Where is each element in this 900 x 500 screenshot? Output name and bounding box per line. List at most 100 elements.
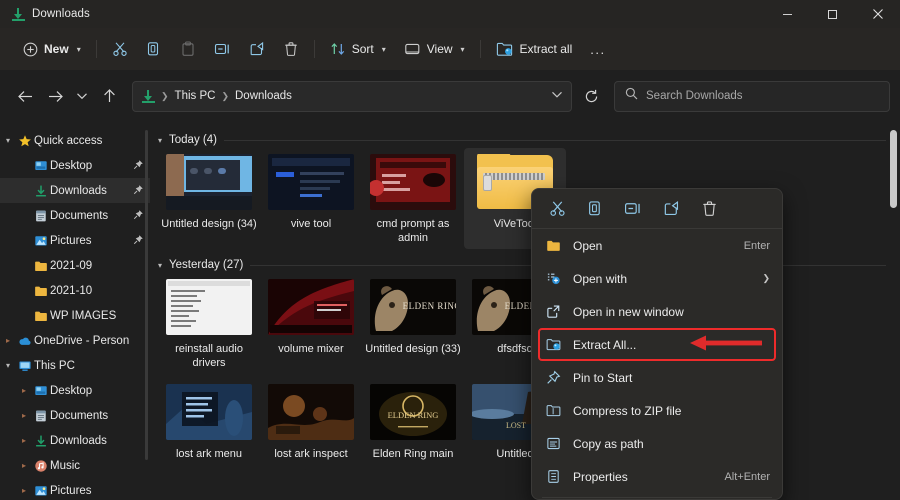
- breadcrumb-item-downloads[interactable]: Downloads: [235, 90, 292, 102]
- sidebar-item-pictures[interactable]: Pictures: [0, 228, 150, 253]
- chevron-right-icon[interactable]: ▸: [0, 336, 16, 345]
- context-copy-button[interactable]: [576, 194, 614, 224]
- file-tile[interactable]: cmd prompt as admin: [362, 148, 464, 249]
- back-button[interactable]: [10, 81, 40, 111]
- content-scrollbar[interactable]: [890, 130, 897, 208]
- context-delete-button[interactable]: [690, 194, 728, 224]
- chevron-right-icon[interactable]: ▸: [16, 411, 32, 420]
- maximize-button[interactable]: [810, 0, 855, 28]
- close-button[interactable]: [855, 0, 900, 28]
- breadcrumb-separator: ❯: [220, 91, 230, 102]
- explorer-tab[interactable]: Downloads: [0, 0, 90, 28]
- refresh-button[interactable]: [578, 83, 604, 109]
- chevron-right-icon[interactable]: ▸: [16, 461, 32, 470]
- sidebar-item-2021-10[interactable]: 2021-10: [0, 278, 150, 303]
- context-share-button[interactable]: [652, 194, 690, 224]
- file-tile[interactable]: lost ark menu: [158, 378, 260, 465]
- sidebar-item-documents[interactable]: Documents: [0, 203, 150, 228]
- file-grid-row: reinstall audio driversvolume mixerELDEN…: [150, 273, 900, 374]
- file-list-view[interactable]: ▾Today (4)Untitled design (34)vive toolc…: [150, 124, 900, 500]
- chevron-right-icon[interactable]: ▸: [16, 386, 32, 395]
- context-menu-item-label: Copy as path: [573, 437, 644, 451]
- file-thumbnail: [370, 154, 456, 210]
- context-menu-item-open[interactable]: OpenEnter: [532, 229, 782, 262]
- file-thumbnail: ELDEN RING: [370, 384, 456, 440]
- file-tile[interactable]: ELDEN RINGElden Ring main: [362, 378, 464, 465]
- sidebar-item-this-pc[interactable]: ▾This PC: [0, 353, 150, 378]
- forward-button[interactable]: [40, 81, 70, 111]
- sidebar-item-2021-09[interactable]: 2021-09: [0, 253, 150, 278]
- view-button[interactable]: View ▾: [395, 34, 474, 64]
- sidebar-item-music[interactable]: ▸ Music: [0, 453, 150, 478]
- new-button[interactable]: New ▾: [14, 34, 90, 64]
- svg-text:LOST: LOST: [506, 421, 526, 430]
- context-menu-item-open-with[interactable]: Open with❯: [532, 262, 782, 295]
- sidebar-scrollbar[interactable]: [145, 130, 148, 460]
- rename-button[interactable]: [205, 34, 240, 64]
- chevron-down-icon[interactable]: [551, 90, 563, 102]
- see-more-button[interactable]: ...: [581, 34, 614, 64]
- delete-button[interactable]: [274, 34, 308, 64]
- group-header[interactable]: ▾Today (4): [150, 124, 900, 148]
- pin-icon[interactable]: [133, 234, 144, 248]
- up-button[interactable]: [94, 81, 124, 111]
- file-tile[interactable]: reinstall audio drivers: [158, 273, 260, 374]
- pin-icon[interactable]: [133, 159, 144, 173]
- extract-all-button[interactable]: Extract all: [487, 34, 582, 64]
- paste-icon: [180, 41, 196, 57]
- sidebar-item-downloads[interactable]: Downloads: [0, 178, 150, 203]
- group-header[interactable]: ▾Yesterday (27): [150, 249, 900, 273]
- chevron-down-icon[interactable]: ▾: [158, 136, 162, 145]
- chevron-right-icon[interactable]: ▸: [16, 436, 32, 445]
- search-input[interactable]: Search Downloads: [646, 90, 743, 102]
- chevron-down-icon[interactable]: ▾: [0, 136, 16, 145]
- breadcrumb-item-this-pc[interactable]: This PC: [175, 90, 216, 102]
- context-menu-item-copy-as-path[interactable]: Copy as path: [532, 427, 782, 460]
- file-tile[interactable]: vive tool: [260, 148, 362, 249]
- minimize-button[interactable]: [765, 0, 810, 28]
- search-box[interactable]: Search Downloads: [614, 81, 890, 112]
- sidebar-item-label: Desktop: [50, 160, 92, 172]
- context-rename-button[interactable]: [614, 194, 652, 224]
- navigation-pane[interactable]: ▾Quick access Desktop Downloads Documents Pi…: [0, 124, 150, 500]
- sidebar-item-wp-images[interactable]: WP IMAGES: [0, 303, 150, 328]
- context-menu-item-properties[interactable]: PropertiesAlt+Enter: [532, 460, 782, 493]
- chevron-right-icon[interactable]: ❯: [762, 273, 770, 284]
- more-icon: ...: [590, 42, 605, 57]
- sidebar-item-label: Music: [50, 460, 80, 472]
- cut-button[interactable]: [103, 34, 137, 64]
- paste-button[interactable]: [171, 34, 205, 64]
- sidebar-item-label: 2021-09: [50, 260, 92, 272]
- trash-icon: [283, 41, 299, 57]
- context-menu-item-compress-to-zip-file[interactable]: Compress to ZIP file: [532, 394, 782, 427]
- chevron-down-icon[interactable]: ▾: [158, 261, 162, 270]
- sidebar-item-label: Documents: [50, 210, 108, 222]
- sort-button[interactable]: Sort ▾: [321, 34, 395, 64]
- sidebar-item-documents[interactable]: ▸Documents: [0, 403, 150, 428]
- copy-button[interactable]: [137, 34, 171, 64]
- sidebar-item-quick-access[interactable]: ▾Quick access: [0, 128, 150, 153]
- sidebar-item-desktop[interactable]: ▸Desktop: [0, 378, 150, 403]
- thispc-icon: [16, 359, 34, 373]
- pin-icon[interactable]: [133, 209, 144, 223]
- context-cut-button[interactable]: [538, 194, 576, 224]
- sidebar-item-pictures[interactable]: ▸Pictures: [0, 478, 150, 500]
- share-button[interactable]: [240, 34, 274, 64]
- context-menu-accelerator: Alt+Enter: [724, 471, 770, 483]
- desktop-icon: [32, 159, 50, 173]
- file-tile[interactable]: lost ark inspect: [260, 378, 362, 465]
- sidebar-item-downloads[interactable]: ▸Downloads: [0, 428, 150, 453]
- context-menu-item-open-in-new-window[interactable]: Open in new window: [532, 295, 782, 328]
- onedrive-icon: [16, 334, 34, 348]
- file-tile[interactable]: Untitled design (34): [158, 148, 260, 249]
- file-tile[interactable]: volume mixer: [260, 273, 362, 374]
- sidebar-item-desktop[interactable]: Desktop: [0, 153, 150, 178]
- address-bar[interactable]: ❯ This PC ❯ Downloads: [132, 81, 572, 112]
- file-tile[interactable]: ELDEN RINGUntitled design (33): [362, 273, 464, 374]
- recent-locations-button[interactable]: [70, 81, 94, 111]
- sidebar-item-onedrive-person[interactable]: ▸OneDrive - Person: [0, 328, 150, 353]
- context-menu-item-pin-to-start[interactable]: Pin to Start: [532, 361, 782, 394]
- chevron-down-icon[interactable]: ▾: [0, 361, 16, 370]
- chevron-right-icon[interactable]: ▸: [16, 486, 32, 495]
- pin-icon[interactable]: [133, 184, 144, 198]
